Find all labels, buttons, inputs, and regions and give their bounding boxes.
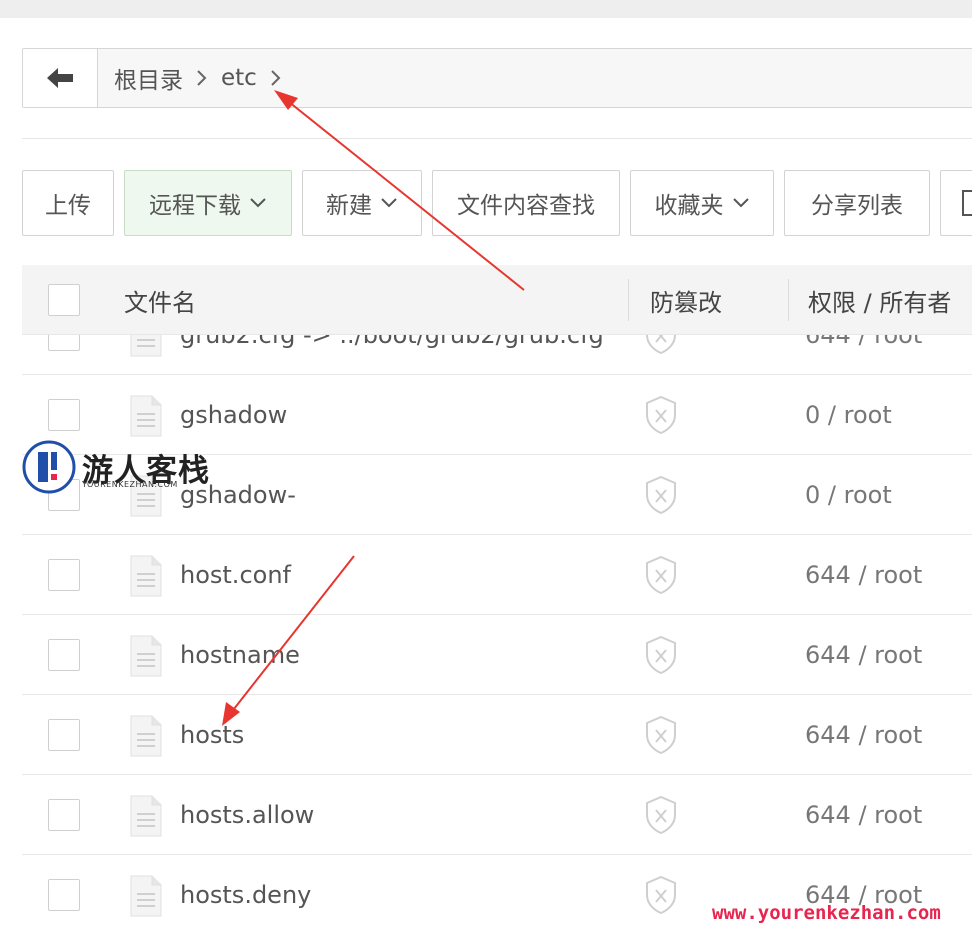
watermark-logo: 游人客栈 YOURENKEZHAN.COM [22,440,210,494]
row-checkbox[interactable] [48,399,80,431]
back-button[interactable] [23,49,98,107]
file-name[interactable]: hosts [180,695,244,775]
column-filename[interactable]: 文件名 [124,265,196,335]
row-checkbox[interactable] [48,559,80,591]
file-name[interactable]: host.conf [180,535,291,615]
chevron-down-icon [381,198,397,208]
file-permission[interactable]: 0 / root [805,375,892,455]
file-icon [130,555,162,597]
file-list: grub2.cfg -> ../boot/grub2/grub.cfg 644 /… [22,335,972,932]
row-checkbox[interactable] [48,719,80,751]
select-all-checkbox[interactable] [48,284,80,316]
top-strip [0,0,972,18]
watermark-subtitle: YOURENKEZHAN.COM [82,480,178,489]
share-list-button[interactable]: 分享列表 [784,170,930,236]
favorites-label: 收藏夹 [654,193,724,219]
file-name[interactable]: grub2.cfg -> ../boot/grub2/grub.cfg [180,335,604,375]
file-icon [130,335,162,357]
file-name[interactable]: hostname [180,615,300,695]
shield-x-icon[interactable] [644,715,678,755]
section-divider [22,138,972,139]
breadcrumb-etc[interactable]: etc [217,65,261,91]
table-header: 文件名 防篡改 权限 / 所有者 [22,265,972,335]
column-permission[interactable]: 权限 / 所有者 [808,265,951,335]
content-search-button[interactable]: 文件内容查找 [432,170,620,236]
file-permission[interactable]: 644 / root [805,335,922,375]
path-bar: 根目录 etc [22,48,972,108]
new-button[interactable]: 新建 [302,170,422,236]
shield-x-icon[interactable] [644,795,678,835]
shield-x-icon[interactable] [644,475,678,515]
shield-x-icon[interactable] [644,875,678,915]
file-name[interactable]: hosts.allow [180,775,314,855]
file-name[interactable]: hosts.deny [180,855,311,932]
upload-label: 上传 [45,193,91,219]
shield-x-icon[interactable] [644,335,678,355]
file-icon [130,395,162,437]
file-permission[interactable]: 644 / root [805,695,922,775]
file-icon [130,635,162,677]
file-permission[interactable]: 0 / root [805,455,892,535]
table-row[interactable]: hostname 644 / root [22,615,972,695]
share-list-label: 分享列表 [811,193,903,219]
chevron-down-icon [250,198,266,208]
column-separator [788,279,789,321]
watermark-emblem-icon [22,440,76,494]
watermark-url: www.yourenkezhan.com [712,902,941,924]
remote-download-label: 远程下载 [149,193,241,219]
chevron-right-icon [261,69,291,87]
row-checkbox[interactable] [48,335,80,351]
table-row[interactable]: host.conf 644 / root [22,535,972,615]
content-search-label: 文件内容查找 [457,193,595,219]
shield-x-icon[interactable] [644,555,678,595]
row-checkbox[interactable] [48,799,80,831]
breadcrumb: 根目录 etc [98,49,291,107]
table-row[interactable]: grub2.cfg -> ../boot/grub2/grub.cfg 644 /… [22,335,972,375]
file-icon [130,875,162,917]
shield-x-icon[interactable] [644,395,678,435]
document-icon [962,190,972,216]
breadcrumb-root[interactable]: 根目录 [110,61,187,95]
column-tamper[interactable]: 防篡改 [650,265,722,335]
overflow-button[interactable] [940,170,972,236]
chevron-right-icon [187,69,217,87]
back-arrow-icon [47,68,73,88]
remote-download-button[interactable]: 远程下载 [124,170,292,236]
file-icon [130,795,162,837]
row-checkbox[interactable] [48,879,80,911]
favorites-button[interactable]: 收藏夹 [630,170,774,236]
row-checkbox[interactable] [48,639,80,671]
shield-x-icon[interactable] [644,635,678,675]
file-permission[interactable]: 644 / root [805,775,922,855]
table-row[interactable]: hosts.allow 644 / root [22,775,972,855]
new-label: 新建 [326,193,372,219]
file-icon [130,715,162,757]
file-permission[interactable]: 644 / root [805,535,922,615]
column-separator [628,279,629,321]
chevron-down-icon [732,198,749,208]
table-row[interactable]: hosts 644 / root [22,695,972,775]
file-permission[interactable]: 644 / root [805,615,922,695]
upload-button[interactable]: 上传 [22,170,114,236]
